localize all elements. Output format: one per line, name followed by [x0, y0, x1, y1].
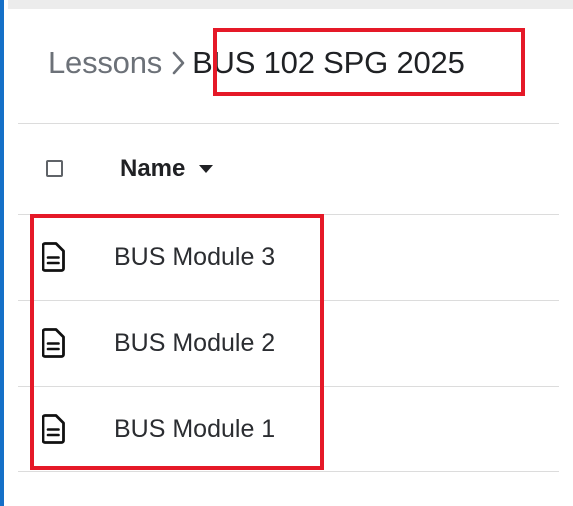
highlight-box-breadcrumb: [213, 28, 525, 96]
divider: [18, 471, 559, 472]
top-strip: [8, 0, 573, 9]
divider: [18, 123, 559, 124]
select-all-checkbox[interactable]: [46, 160, 63, 177]
highlight-box-rows: [30, 214, 324, 470]
chevron-right-icon: [172, 51, 185, 75]
name-column-header[interactable]: Name: [120, 155, 214, 183]
caret-down-icon: [199, 165, 214, 173]
breadcrumb-lessons-link[interactable]: Lessons: [48, 45, 162, 81]
name-column-label: Name: [120, 155, 186, 182]
lessons-panel: Lessons BUS 102 SPG 2025 Name BUS Module…: [0, 0, 573, 506]
table-header: Name: [18, 128, 559, 214]
